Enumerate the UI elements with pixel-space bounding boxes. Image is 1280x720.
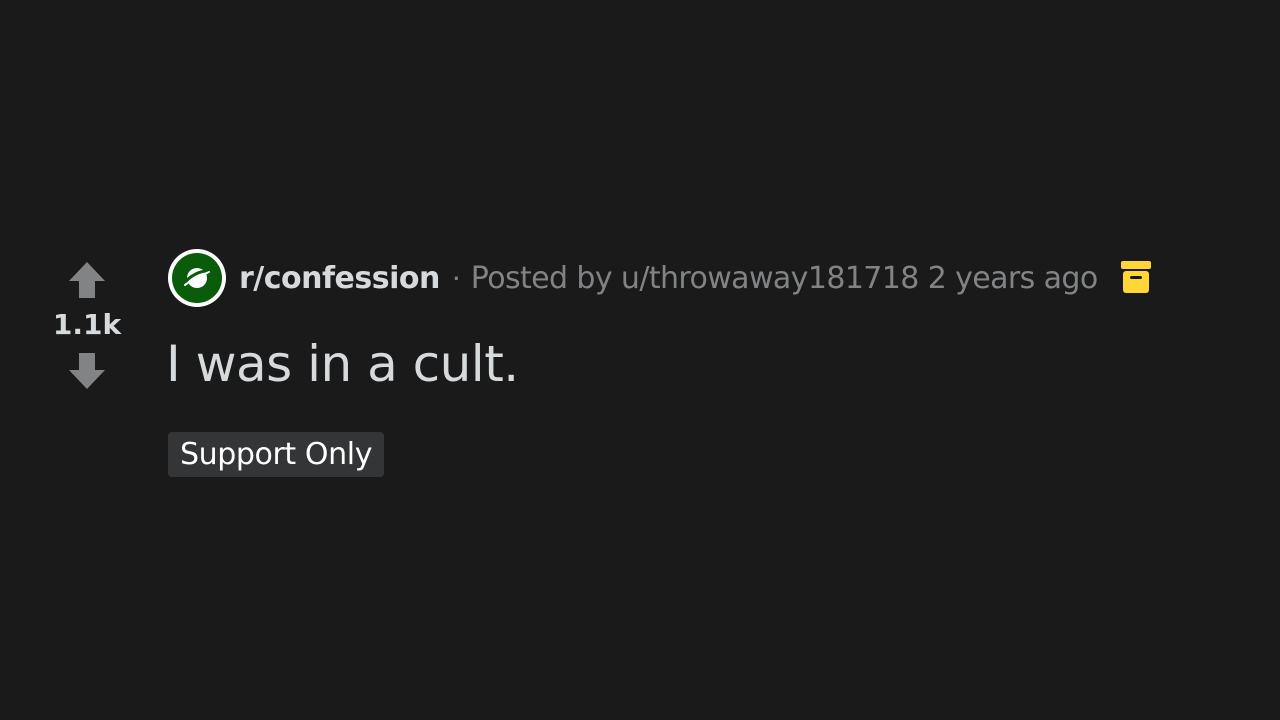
upvote-button[interactable] (65, 258, 109, 302)
upvote-arrow-icon (69, 262, 105, 298)
planet-icon (182, 268, 212, 288)
vote-score: 1.1k (52, 308, 122, 341)
post-flair[interactable]: Support Only (168, 432, 385, 477)
post-title[interactable]: I was in a cult. (166, 334, 519, 394)
post-meta: r/confession · Posted by u/throwaway1817… (168, 249, 1152, 307)
subreddit-link[interactable]: r/confession (239, 261, 440, 296)
vote-column: 1.1k (40, 258, 134, 393)
post-card: 1.1k r/confession · Posted by u/throwawa… (0, 0, 1280, 720)
meta-separator: · (451, 261, 461, 295)
subreddit-avatar[interactable] (168, 249, 226, 307)
archive-box-icon (1120, 261, 1151, 293)
downvote-button[interactable] (65, 349, 109, 393)
posted-by-text: Posted by u/throwaway181718 2 years ago (470, 260, 1098, 296)
archived-indicator (1120, 260, 1152, 296)
downvote-arrow-icon (69, 353, 105, 389)
